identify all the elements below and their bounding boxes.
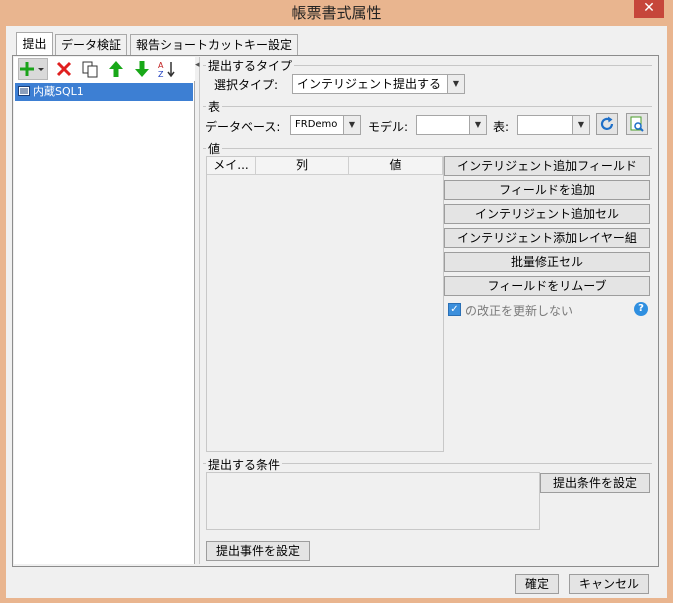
sort-icon[interactable]: A Z [157,59,177,79]
column-header[interactable]: メイ... [207,157,256,175]
move-down-icon[interactable] [132,59,152,79]
values-group-title: 値 [206,140,223,157]
chevron-down-icon[interactable]: ▼ [447,74,465,94]
condition-group-title: 提出する条件 [206,456,283,473]
chevron-down-icon[interactable]: ▼ [572,115,590,135]
select-type-label: 選択タイプ: [214,78,279,92]
copy-icon[interactable] [80,59,100,79]
smart-add-cell-button[interactable]: インテリジェント追加セル [444,204,650,224]
chevron-down-icon[interactable]: ▼ [343,115,361,135]
svg-text:A: A [158,61,164,70]
svg-text:Z: Z [158,70,164,79]
add-button[interactable] [18,58,48,80]
help-icon[interactable]: ? [634,302,648,316]
tab-submit[interactable]: 提出 [16,32,53,56]
sql-icon [18,86,30,96]
no-update-label: の改正を更新しない [465,304,574,318]
group-divider [203,106,652,107]
refresh-button[interactable] [596,113,618,135]
tab-data-validation[interactable]: データ検証 [55,34,127,56]
set-submit-event-button[interactable]: 提出事件を設定 [206,541,310,561]
table-select[interactable] [517,115,573,135]
no-update-checkbox[interactable]: ✓ [448,303,461,316]
refresh-icon [600,116,614,130]
remove-field-button[interactable]: フィールドをリムーブ [444,276,650,296]
smart-add-layer-group-button[interactable]: インテリジェント添加レイヤー組 [444,228,650,248]
model-select[interactable] [416,115,470,135]
cancel-button[interactable]: キャンセル [569,574,649,594]
submit-type-group-title: 提出するタイプ [206,57,295,74]
chevron-down-icon[interactable]: ▼ [469,115,487,135]
table-group-title: 表 [206,98,223,115]
window-title: 帳票書式属性 [291,4,382,22]
column-header[interactable]: 値 [349,157,443,175]
move-up-icon[interactable] [106,59,126,79]
splitter[interactable] [196,57,200,564]
condition-area[interactable] [206,472,540,530]
model-label: モデル: [368,120,409,134]
database-select[interactable]: FRDemo [290,115,344,135]
preview-table-button[interactable] [626,113,648,135]
ok-button[interactable]: 確定 [515,574,559,594]
preview-icon [630,116,644,132]
column-header[interactable]: 列 [256,157,349,175]
database-label: データベース: [205,120,281,134]
tab-report-shortcut-settings[interactable]: 報告ショートカットキー設定 [130,34,298,56]
collapse-arrow-icon[interactable]: ◂ [195,60,200,70]
table-label: 表: [493,120,510,134]
close-button[interactable]: ✕ [634,0,664,18]
batch-modify-cell-button[interactable]: 批量修正セル [444,252,650,272]
smart-add-field-button[interactable]: インテリジェント追加フィールド [444,156,650,176]
add-field-button[interactable]: フィールドを追加 [444,180,650,200]
delete-icon[interactable] [54,59,74,79]
add-icon [20,62,44,76]
group-divider [203,148,652,149]
set-condition-button[interactable]: 提出条件を設定 [540,473,650,493]
list-item-label: 内蔵SQL1 [33,85,84,98]
list-item[interactable]: 内蔵SQL1 [15,83,193,101]
values-table[interactable] [206,156,444,452]
submission-list-panel [14,57,195,564]
submit-type-select[interactable]: インテリジェント提出する [292,74,448,94]
